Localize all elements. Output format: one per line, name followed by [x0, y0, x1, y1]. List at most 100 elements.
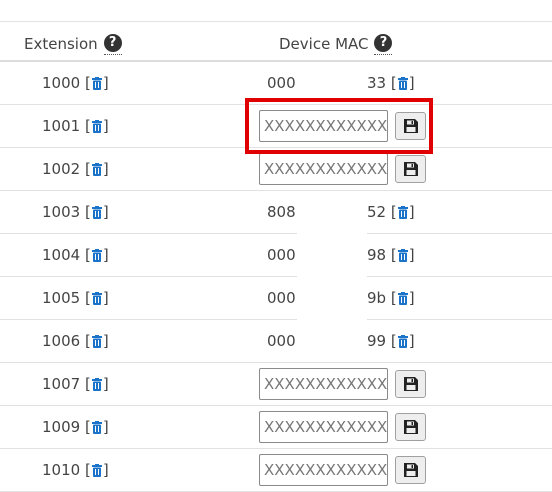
bracket-open: [	[80, 74, 91, 92]
extension-cell: 1007 []	[42, 363, 109, 405]
question-circle-icon[interactable]: ?	[374, 34, 393, 52]
trash-icon[interactable]	[91, 420, 102, 434]
extension-help[interactable]: ?	[103, 32, 122, 55]
bracket-close: ]	[102, 246, 109, 264]
floppy-disk-icon	[403, 377, 418, 391]
extension-cell: 1009 []	[42, 406, 109, 448]
extension-cell: 1005 []	[42, 277, 109, 319]
bracket-close: ]	[102, 332, 109, 350]
trash-icon[interactable]	[91, 162, 102, 176]
extension-cell: 1003 []	[42, 191, 109, 233]
bracket-open: [	[386, 289, 397, 307]
trash-icon[interactable]	[91, 119, 102, 133]
device-mac-value-end: 52 []	[367, 191, 415, 233]
extension-number: 1009	[42, 418, 81, 436]
bracket-open: [	[80, 418, 91, 436]
bracket-close: ]	[102, 375, 109, 393]
extension-number: 1007	[42, 375, 81, 393]
redaction-mask	[297, 191, 367, 359]
extension-column-header: Extension ?	[24, 32, 122, 55]
extension-number: 1006	[42, 332, 81, 350]
device-mac-value-start: 000	[267, 246, 296, 264]
table-row: 1007 []	[0, 363, 552, 406]
bracket-close: ]	[102, 117, 109, 135]
extension-number: 1010	[42, 461, 81, 479]
trash-icon[interactable]	[91, 205, 102, 219]
bracket-close: ]	[102, 203, 109, 221]
bracket-open: [	[80, 332, 91, 350]
mac-suffix: 98	[367, 246, 387, 264]
device-mac-value-end: 98 []	[367, 234, 415, 276]
bracket-open: [	[80, 289, 91, 307]
extension-number: 1000	[42, 74, 81, 92]
trash-icon[interactable]	[91, 334, 102, 348]
extension-cell: 1001 []	[42, 105, 109, 147]
bracket-close: ]	[408, 74, 415, 92]
extension-cell: 1002 []	[42, 148, 109, 190]
trash-icon[interactable]	[397, 76, 408, 90]
extension-number: 1002	[42, 160, 81, 178]
device-mac-value-end: 99 []	[367, 320, 415, 362]
floppy-disk-icon	[403, 420, 418, 434]
save-button[interactable]	[395, 370, 426, 398]
table-row: 1009 []	[0, 406, 552, 449]
extension-cell: 1010 []	[42, 449, 109, 491]
mac-suffix: 33	[367, 74, 387, 92]
bracket-open: [	[80, 375, 91, 393]
question-circle-icon[interactable]: ?	[103, 34, 122, 52]
extension-number: 1005	[42, 289, 81, 307]
bracket-close: ]	[102, 74, 109, 92]
trash-icon[interactable]	[91, 291, 102, 305]
extension-number: 1003	[42, 203, 81, 221]
extension-number: 1001	[42, 117, 81, 135]
device-mac-help[interactable]: ?	[374, 32, 393, 55]
bracket-open: [	[80, 461, 91, 479]
bracket-open: [	[80, 246, 91, 264]
mac-suffix: 9b	[367, 289, 387, 307]
bracket-close: ]	[102, 461, 109, 479]
bracket-open: [	[386, 246, 397, 264]
trash-icon[interactable]	[91, 76, 102, 90]
extension-cell: 1004 []	[42, 234, 109, 276]
extension-cell: 1000 []	[42, 62, 109, 104]
device-mac-input[interactable]	[259, 454, 388, 486]
bracket-open: [	[80, 117, 91, 135]
device-mac-input[interactable]	[259, 411, 388, 443]
trash-icon[interactable]	[91, 377, 102, 391]
device-mac-value-end: 9b []	[367, 277, 415, 319]
trash-icon[interactable]	[397, 248, 408, 262]
bracket-open: [	[386, 332, 397, 350]
table-row: 1003 [] 808 52 []	[0, 191, 552, 234]
extension-header-label: Extension	[24, 34, 98, 53]
table-row: 1006 [] 000 99 []	[0, 320, 552, 363]
bracket-close: ]	[102, 160, 109, 178]
save-button[interactable]	[395, 155, 426, 183]
device-mac-header-label: Device MAC	[279, 34, 369, 53]
table-row: 1010 []	[0, 449, 552, 492]
bracket-close: ]	[102, 418, 109, 436]
bracket-open: [	[386, 74, 397, 92]
bracket-close: ]	[408, 203, 415, 221]
bracket-close: ]	[408, 332, 415, 350]
trash-icon[interactable]	[91, 248, 102, 262]
device-mac-column-header: Device MAC ?	[279, 32, 393, 55]
save-button[interactable]	[395, 413, 426, 441]
trash-icon[interactable]	[91, 463, 102, 477]
trash-icon[interactable]	[397, 334, 408, 348]
table-row: 1002 []	[0, 148, 552, 191]
highlight-box	[245, 98, 433, 154]
trash-icon[interactable]	[397, 205, 408, 219]
table-row: 1005 [] 000 9b []	[0, 277, 552, 320]
trash-icon[interactable]	[397, 291, 408, 305]
bracket-close: ]	[102, 289, 109, 307]
table-header: Extension ? Device MAC ?	[0, 22, 552, 62]
mac-suffix: 52	[367, 203, 387, 221]
device-mac-input[interactable]	[259, 368, 388, 400]
device-mac-input[interactable]	[259, 153, 388, 185]
device-mac-value-start: 000	[267, 332, 296, 350]
extension-number: 1004	[42, 246, 81, 264]
mac-suffix: 99	[367, 332, 387, 350]
extension-cell: 1006 []	[42, 320, 109, 362]
bracket-close: ]	[408, 246, 415, 264]
bracket-open: [	[386, 203, 397, 221]
